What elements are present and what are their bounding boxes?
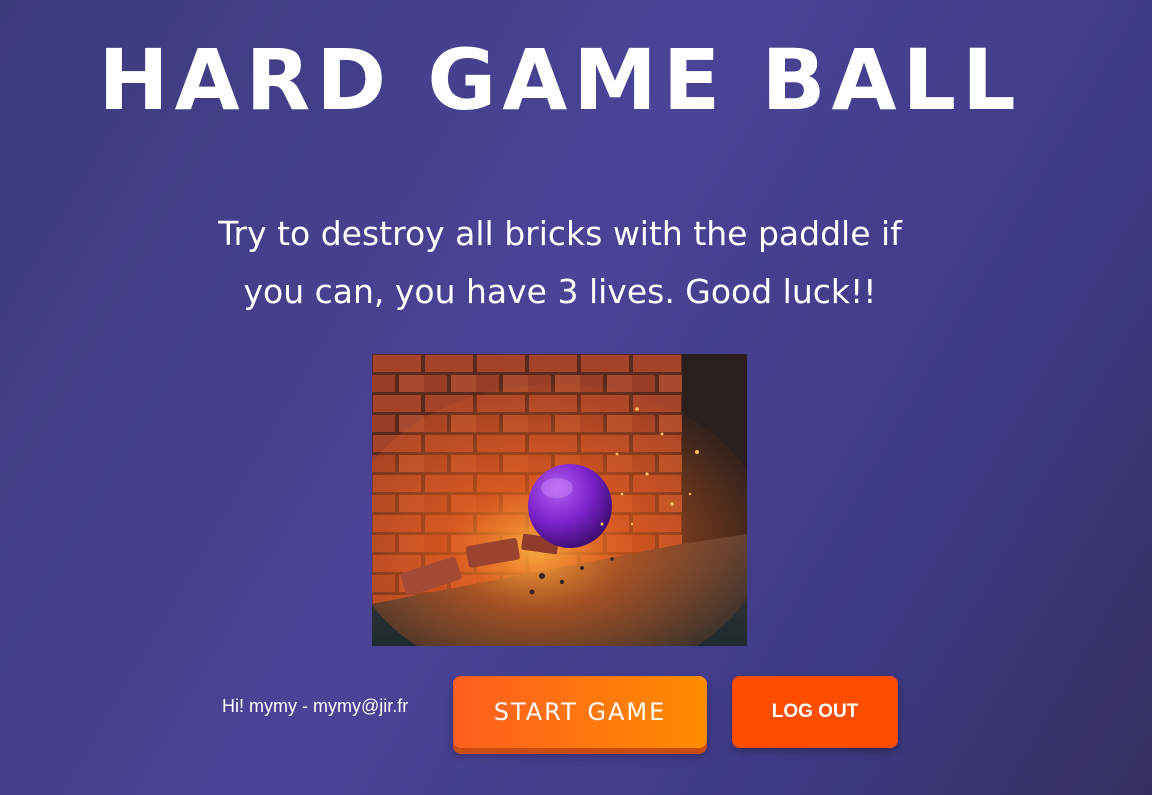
- hero-image: [372, 354, 747, 646]
- game-title: HARD GAME BALL: [98, 31, 1022, 129]
- user-greeting: Hi! mymy - mymy@jir.fr: [222, 696, 409, 716]
- logout-button[interactable]: LOG OUT: [732, 676, 898, 748]
- start-game-button[interactable]: START GAME: [453, 676, 707, 748]
- game-instructions: Try to destroy all bricks with the paddl…: [218, 214, 902, 311]
